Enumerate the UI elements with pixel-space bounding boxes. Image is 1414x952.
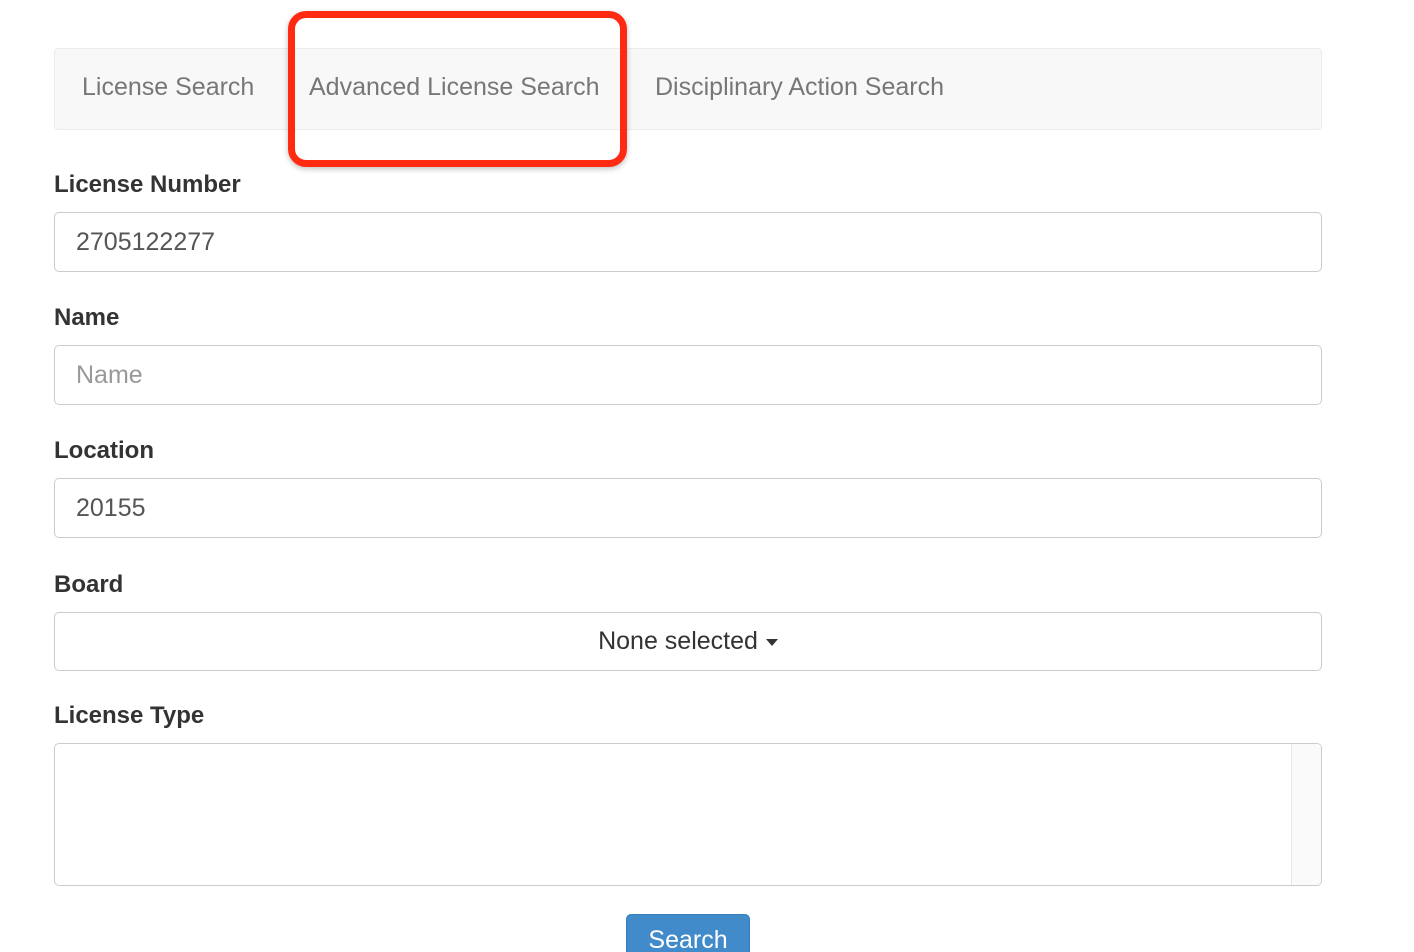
search-button[interactable]: Search bbox=[626, 914, 750, 952]
tab-license-search[interactable]: License Search bbox=[82, 49, 254, 129]
name-label: Name bbox=[54, 304, 120, 331]
location-label: Location bbox=[54, 437, 154, 464]
board-selected-text: None selected bbox=[598, 627, 758, 655]
board-label: Board bbox=[54, 571, 124, 598]
tab-advanced-license-search[interactable]: Advanced License Search bbox=[309, 49, 599, 129]
advanced-search-page: License Search Advanced License Search D… bbox=[0, 0, 1414, 952]
tab-disciplinary-action-search[interactable]: Disciplinary Action Search bbox=[655, 49, 944, 129]
location-input[interactable] bbox=[54, 478, 1322, 538]
board-multiselect[interactable]: None selected bbox=[54, 612, 1322, 671]
license-type-listbox[interactable] bbox=[54, 743, 1322, 886]
caret-down-icon bbox=[765, 638, 778, 646]
license-number-label: License Number bbox=[54, 171, 241, 198]
license-type-label: License Type bbox=[54, 702, 205, 729]
license-number-input[interactable] bbox=[54, 212, 1322, 272]
search-tab-bar: License Search Advanced License Search D… bbox=[54, 48, 1322, 130]
name-input[interactable] bbox=[54, 345, 1322, 405]
license-type-scrollbar[interactable] bbox=[1291, 744, 1321, 885]
